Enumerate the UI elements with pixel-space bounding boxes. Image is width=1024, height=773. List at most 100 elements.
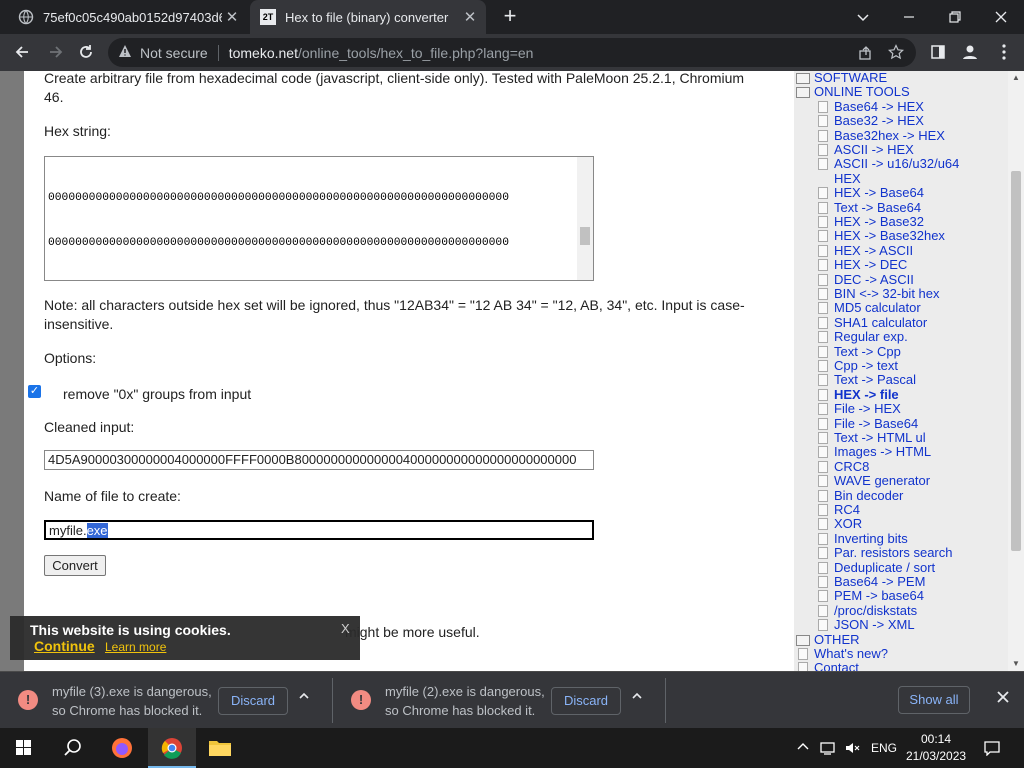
- download-message: myfile (3).exe is dangerous, so Chrome h…: [52, 684, 212, 718]
- tab-search-icon[interactable]: [840, 0, 886, 34]
- sidebar-item[interactable]: Bin decoder: [834, 488, 903, 503]
- close-tab-1-icon[interactable]: ✕: [222, 8, 242, 26]
- chevron-up-icon[interactable]: [631, 690, 643, 705]
- sidebar-item[interactable]: Cpp -> text: [834, 359, 898, 373]
- sidebar-item[interactable]: RC4: [834, 503, 860, 517]
- file-explorer-icon[interactable]: [196, 728, 244, 768]
- sidebar-folder[interactable]: SOFTWARE: [814, 71, 887, 85]
- sidebar-item[interactable]: ASCII -> u16/u32/u64: [834, 157, 959, 171]
- cookie-close-icon[interactable]: X: [341, 621, 350, 636]
- textarea-scrollbar[interactable]: [577, 157, 593, 280]
- sidebar-item[interactable]: PEM -> base64: [834, 589, 924, 603]
- sidebar-item[interactable]: Text -> Pascal: [834, 373, 916, 387]
- sidebar-item[interactable]: Par. resistors search: [834, 546, 953, 560]
- windows-start-icon[interactable]: [0, 728, 48, 768]
- sidebar-item[interactable]: Images -> HTML: [834, 445, 931, 459]
- network-icon[interactable]: [820, 740, 836, 761]
- not-secure-label[interactable]: Not secure: [140, 45, 208, 61]
- minimize-icon[interactable]: [886, 0, 932, 34]
- sidebar-item[interactable]: Base64 -> HEX: [834, 99, 924, 114]
- firefox-icon[interactable]: [98, 728, 146, 768]
- page-scroll-thumb[interactable]: [1011, 171, 1021, 551]
- sidebar-item[interactable]: SHA1 calculator: [834, 315, 927, 330]
- tray-chevron-up-icon[interactable]: [796, 740, 810, 757]
- address-bar[interactable]: Not secure tomeko.net /online_tools/hex_…: [108, 38, 916, 67]
- system-clock[interactable]: 00:14 21/03/2023: [906, 731, 966, 765]
- warning-triangle-icon[interactable]: [118, 44, 132, 61]
- filename-input[interactable]: myfile.exe: [44, 520, 594, 540]
- sidebar-item[interactable]: What's new?: [814, 647, 888, 661]
- sidebar-folder[interactable]: ONLINE TOOLS: [814, 85, 910, 99]
- sidebar-item[interactable]: Text -> HTML ul: [834, 431, 926, 445]
- sidebar-item[interactable]: File -> Base64: [834, 416, 918, 431]
- url-path: /online_tools/hex_to_file.php?lang=en: [297, 44, 534, 61]
- download-item[interactable]: ! myfile (3).exe is dangerous, so Chrome…: [0, 672, 334, 729]
- sidebar-item[interactable]: JSON -> XML: [834, 618, 915, 632]
- bookmark-star-icon[interactable]: [887, 44, 905, 63]
- danger-icon: !: [18, 690, 38, 710]
- profile-icon[interactable]: [958, 40, 982, 64]
- sidebar-item[interactable]: HEX -> file: [834, 387, 899, 402]
- cookie-continue-link[interactable]: Continue: [34, 638, 95, 654]
- sidebar-item[interactable]: HEX -> Base32: [834, 215, 924, 229]
- remove-0x-checkbox[interactable]: ✓: [28, 385, 41, 398]
- sidebar-item[interactable]: HEX -> DEC: [834, 258, 907, 272]
- sidebar-item[interactable]: Contact: [814, 661, 859, 671]
- restore-icon[interactable]: [932, 0, 978, 34]
- download-item[interactable]: ! myfile (2).exe is dangerous, so Chrome…: [333, 672, 667, 729]
- sidebar-item[interactable]: HEX -> ASCII: [834, 243, 913, 258]
- chrome-icon[interactable]: [148, 728, 196, 768]
- back-arrow-icon[interactable]: [10, 40, 34, 64]
- sidebar-item[interactable]: Base64 -> PEM: [834, 575, 925, 589]
- sidebar-folder[interactable]: OTHER: [814, 632, 860, 647]
- tab-2[interactable]: 2T Hex to file (binary) converter ✕: [250, 0, 486, 34]
- sidebar-item[interactable]: WAVE generator: [834, 474, 930, 488]
- volume-icon[interactable]: [844, 740, 860, 761]
- sidebar-item[interactable]: Regular exp.: [834, 330, 908, 344]
- convert-button[interactable]: Convert: [44, 555, 106, 576]
- cookie-learn-more-link[interactable]: Learn more: [105, 640, 166, 654]
- side-panel-icon[interactable]: [926, 40, 950, 64]
- close-tab-2-icon[interactable]: ✕: [460, 8, 480, 26]
- hex-string-textarea[interactable]: 0000000000000000000000000000000000000000…: [44, 156, 594, 281]
- sidebar-item[interactable]: MD5 calculator: [834, 301, 921, 315]
- new-tab-icon[interactable]: +: [498, 5, 522, 29]
- sidebar-item[interactable]: File -> HEX: [834, 402, 901, 416]
- close-download-shelf-icon[interactable]: [996, 688, 1010, 709]
- sidebar-item[interactable]: Base32hex -> HEX: [834, 128, 945, 143]
- window-close-icon[interactable]: [978, 0, 1024, 34]
- sidebar-item[interactable]: Text -> Base64: [834, 200, 921, 215]
- sidebar-item[interactable]: HEX -> Base64: [834, 186, 924, 200]
- share-icon[interactable]: [858, 45, 874, 64]
- sidebar-item[interactable]: CRC8: [834, 459, 869, 474]
- notifications-icon[interactable]: [984, 740, 1000, 761]
- scroll-up-arrow-icon[interactable]: ▲: [1012, 73, 1020, 82]
- discard-button[interactable]: Discard: [551, 687, 621, 715]
- show-all-button[interactable]: Show all: [898, 686, 970, 714]
- cleaned-input-field[interactable]: 4D5A90000300000004000000FFFF0000B8000000…: [44, 450, 594, 470]
- discard-button[interactable]: Discard: [218, 687, 288, 715]
- sidebar-item[interactable]: Text -> Cpp: [834, 344, 901, 359]
- sidebar-item[interactable]: Deduplicate / sort: [834, 560, 935, 575]
- sidebar-item[interactable]: BIN <-> 32-bit hex: [834, 287, 940, 301]
- document-icon: [818, 129, 828, 142]
- sidebar-item[interactable]: HEX: [834, 171, 861, 186]
- sidebar-item[interactable]: Inverting bits: [834, 531, 908, 546]
- forward-arrow-icon[interactable]: [44, 40, 68, 64]
- reload-icon[interactable]: [74, 40, 98, 64]
- sidebar-item[interactable]: Base32 -> HEX: [834, 114, 924, 128]
- language-indicator[interactable]: ENG: [871, 741, 897, 755]
- sidebar-item[interactable]: XOR: [834, 517, 862, 531]
- sidebar-item[interactable]: ASCII -> HEX: [834, 143, 914, 157]
- sidebar-item[interactable]: DEC -> ASCII: [834, 272, 914, 287]
- scroll-down-arrow-icon[interactable]: ▼: [1012, 659, 1020, 668]
- sidebar-item[interactable]: HEX -> Base32hex: [834, 229, 945, 243]
- tab-1[interactable]: 75ef0c05c490ab0152d97403d612 ✕: [8, 0, 248, 34]
- chevron-up-icon[interactable]: [298, 690, 310, 705]
- search-icon[interactable]: [48, 728, 96, 768]
- page-scrollbar[interactable]: ▲ ▼: [1008, 71, 1024, 671]
- sidebar-item[interactable]: /proc/diskstats: [834, 603, 917, 618]
- textarea-scroll-thumb[interactable]: [580, 227, 590, 245]
- remove-0x-label[interactable]: remove "0x" groups from input: [63, 385, 251, 404]
- menu-kebab-icon[interactable]: [992, 40, 1016, 64]
